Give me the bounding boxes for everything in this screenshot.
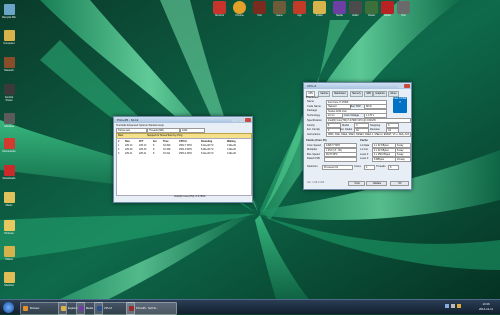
- maximize-button[interactable]: [238, 117, 245, 122]
- taskbar: Browser Explorer Media CPU-Z Prime95 - S…: [0, 299, 500, 315]
- folder-icon: [3, 246, 15, 257]
- volume-icon[interactable]: [451, 304, 455, 308]
- folder-icon: [3, 30, 15, 41]
- folder-icon: [3, 220, 15, 231]
- column-header: #: [118, 140, 120, 143]
- desktop-icon[interactable]: Music: [2, 192, 16, 207]
- app-icon: [397, 1, 410, 14]
- desktop-icon[interactable]: Viewer: [364, 1, 379, 19]
- desktop-icon[interactable]: App: [292, 1, 307, 19]
- tab-about[interactable]: About: [388, 91, 399, 97]
- column-header: Iter: [153, 140, 157, 143]
- app-icon: [349, 1, 362, 14]
- pdf-icon: [3, 138, 15, 149]
- intel-core-i7-logo: intel CORE i7: [393, 97, 407, 113]
- app-icon: [97, 305, 102, 311]
- settings-icon: [3, 84, 15, 95]
- adobe-icon: [381, 1, 394, 14]
- column-header: Size: [125, 140, 130, 143]
- tab-mainboard[interactable]: Mainboard: [332, 91, 348, 97]
- status-footer: Intel(R) Core(TM) i7-4790K: [174, 195, 206, 198]
- desktop-icon[interactable]: Game: [272, 1, 287, 19]
- recycle-bin-icon: [3, 4, 15, 15]
- desktop-icon[interactable]: Recycle Bin: [2, 4, 16, 19]
- desktop-icon[interactable]: Folder: [312, 1, 327, 19]
- paint-icon: [213, 1, 226, 14]
- ok-button[interactable]: OK: [390, 180, 409, 186]
- validate-button[interactable]: Validate: [366, 180, 387, 186]
- folder-icon: [3, 192, 15, 203]
- app-icon: [365, 1, 378, 14]
- prime95-title-bar[interactable]: Prime95 - 64-bit: [114, 117, 252, 123]
- cpuz-window: CPU-Z CPU Caches Mainboard Memory SPD Gr…: [303, 82, 412, 190]
- processor-group-label: Processor: [306, 96, 319, 99]
- window-title: Prime95 - 64-bit: [117, 118, 139, 122]
- menu-bar[interactable]: Test Edit Advanced Options Window Help: [116, 124, 164, 127]
- minimize-button[interactable]: [397, 83, 404, 88]
- clock[interactable]: 13:46 2014-12-11: [474, 302, 498, 311]
- desktop-icon[interactable]: Shortcut: [212, 1, 227, 19]
- column-header: Rounding: [201, 140, 213, 143]
- desktop-icon[interactable]: Tool: [396, 1, 411, 19]
- app-icon: [293, 1, 306, 14]
- cpuz-title-bar[interactable]: CPU-Z: [304, 83, 411, 89]
- app-icon: [253, 1, 266, 14]
- column-header: Waiting: [227, 140, 236, 143]
- desktop-icon[interactable]: Computer: [2, 30, 16, 45]
- desktop-icon[interactable]: Tool: [252, 1, 267, 19]
- version-label: Ver. 1.69.2.x64: [307, 181, 325, 184]
- desktop-icon[interactable]: Control Panel: [2, 84, 16, 102]
- app-icon: [129, 305, 134, 311]
- network-icon[interactable]: [445, 304, 449, 308]
- desktop-icon[interactable]: Media: [332, 1, 347, 19]
- desktop-icon[interactable]: Libraries: [2, 113, 16, 128]
- prime95-window: Prime95 - 64-bit Test Edit Advanced Opti…: [113, 116, 253, 203]
- desktop-icon[interactable]: Network: [2, 57, 16, 72]
- system-tray[interactable]: [445, 304, 469, 310]
- desktop-icon[interactable]: Videos: [2, 246, 16, 261]
- pdf-icon: [3, 165, 15, 176]
- column-header: FFT: [139, 140, 144, 143]
- desktop-icon[interactable]: Editor: [348, 1, 363, 19]
- desktop-icon[interactable]: Shortcut: [2, 272, 16, 287]
- desktop-icon[interactable]: Documents: [2, 138, 16, 153]
- desktop-icon[interactable]: Pictures: [2, 220, 16, 235]
- tools-button[interactable]: Tools: [348, 180, 365, 186]
- column-header: CPU/cl: [179, 140, 187, 143]
- column-header: Time: [163, 140, 169, 143]
- chrome-icon: [233, 1, 246, 14]
- folder-icon: [61, 305, 66, 311]
- window-title: CPU-Z: [307, 84, 317, 88]
- processor-select[interactable]: Processor #1: [322, 164, 353, 170]
- desktop-icon[interactable]: Downloads: [2, 165, 16, 180]
- folder-icon: [313, 1, 326, 14]
- folder-icon: [3, 272, 15, 283]
- results-table: # Size FFT Iter Time CPU/cl Rounding Wai…: [116, 138, 252, 196]
- desktop-icon[interactable]: Adobe: [380, 1, 395, 19]
- flag-icon[interactable]: [457, 304, 461, 308]
- app-icon: [273, 1, 286, 14]
- instructions-value: MMX, SSE, SSE2, SSE3, SSSE3, SSE4.1, SSE…: [326, 132, 411, 138]
- browser-icon: [23, 305, 28, 311]
- tab-spd[interactable]: SPD: [364, 91, 374, 97]
- close-button[interactable]: [245, 117, 251, 122]
- start-button[interactable]: [3, 301, 14, 313]
- tab-memory[interactable]: Memory: [350, 91, 364, 97]
- media-icon: [79, 305, 84, 311]
- tab-caches[interactable]: Caches: [318, 91, 331, 97]
- media-icon: [333, 1, 346, 14]
- close-button[interactable]: [404, 83, 410, 88]
- tab-graphics[interactable]: Graphics: [373, 91, 387, 97]
- desktop-icon[interactable]: Chrome: [232, 1, 247, 19]
- app-icon: [3, 113, 15, 124]
- minimize-button[interactable]: [232, 117, 238, 122]
- app-icon: [3, 57, 15, 68]
